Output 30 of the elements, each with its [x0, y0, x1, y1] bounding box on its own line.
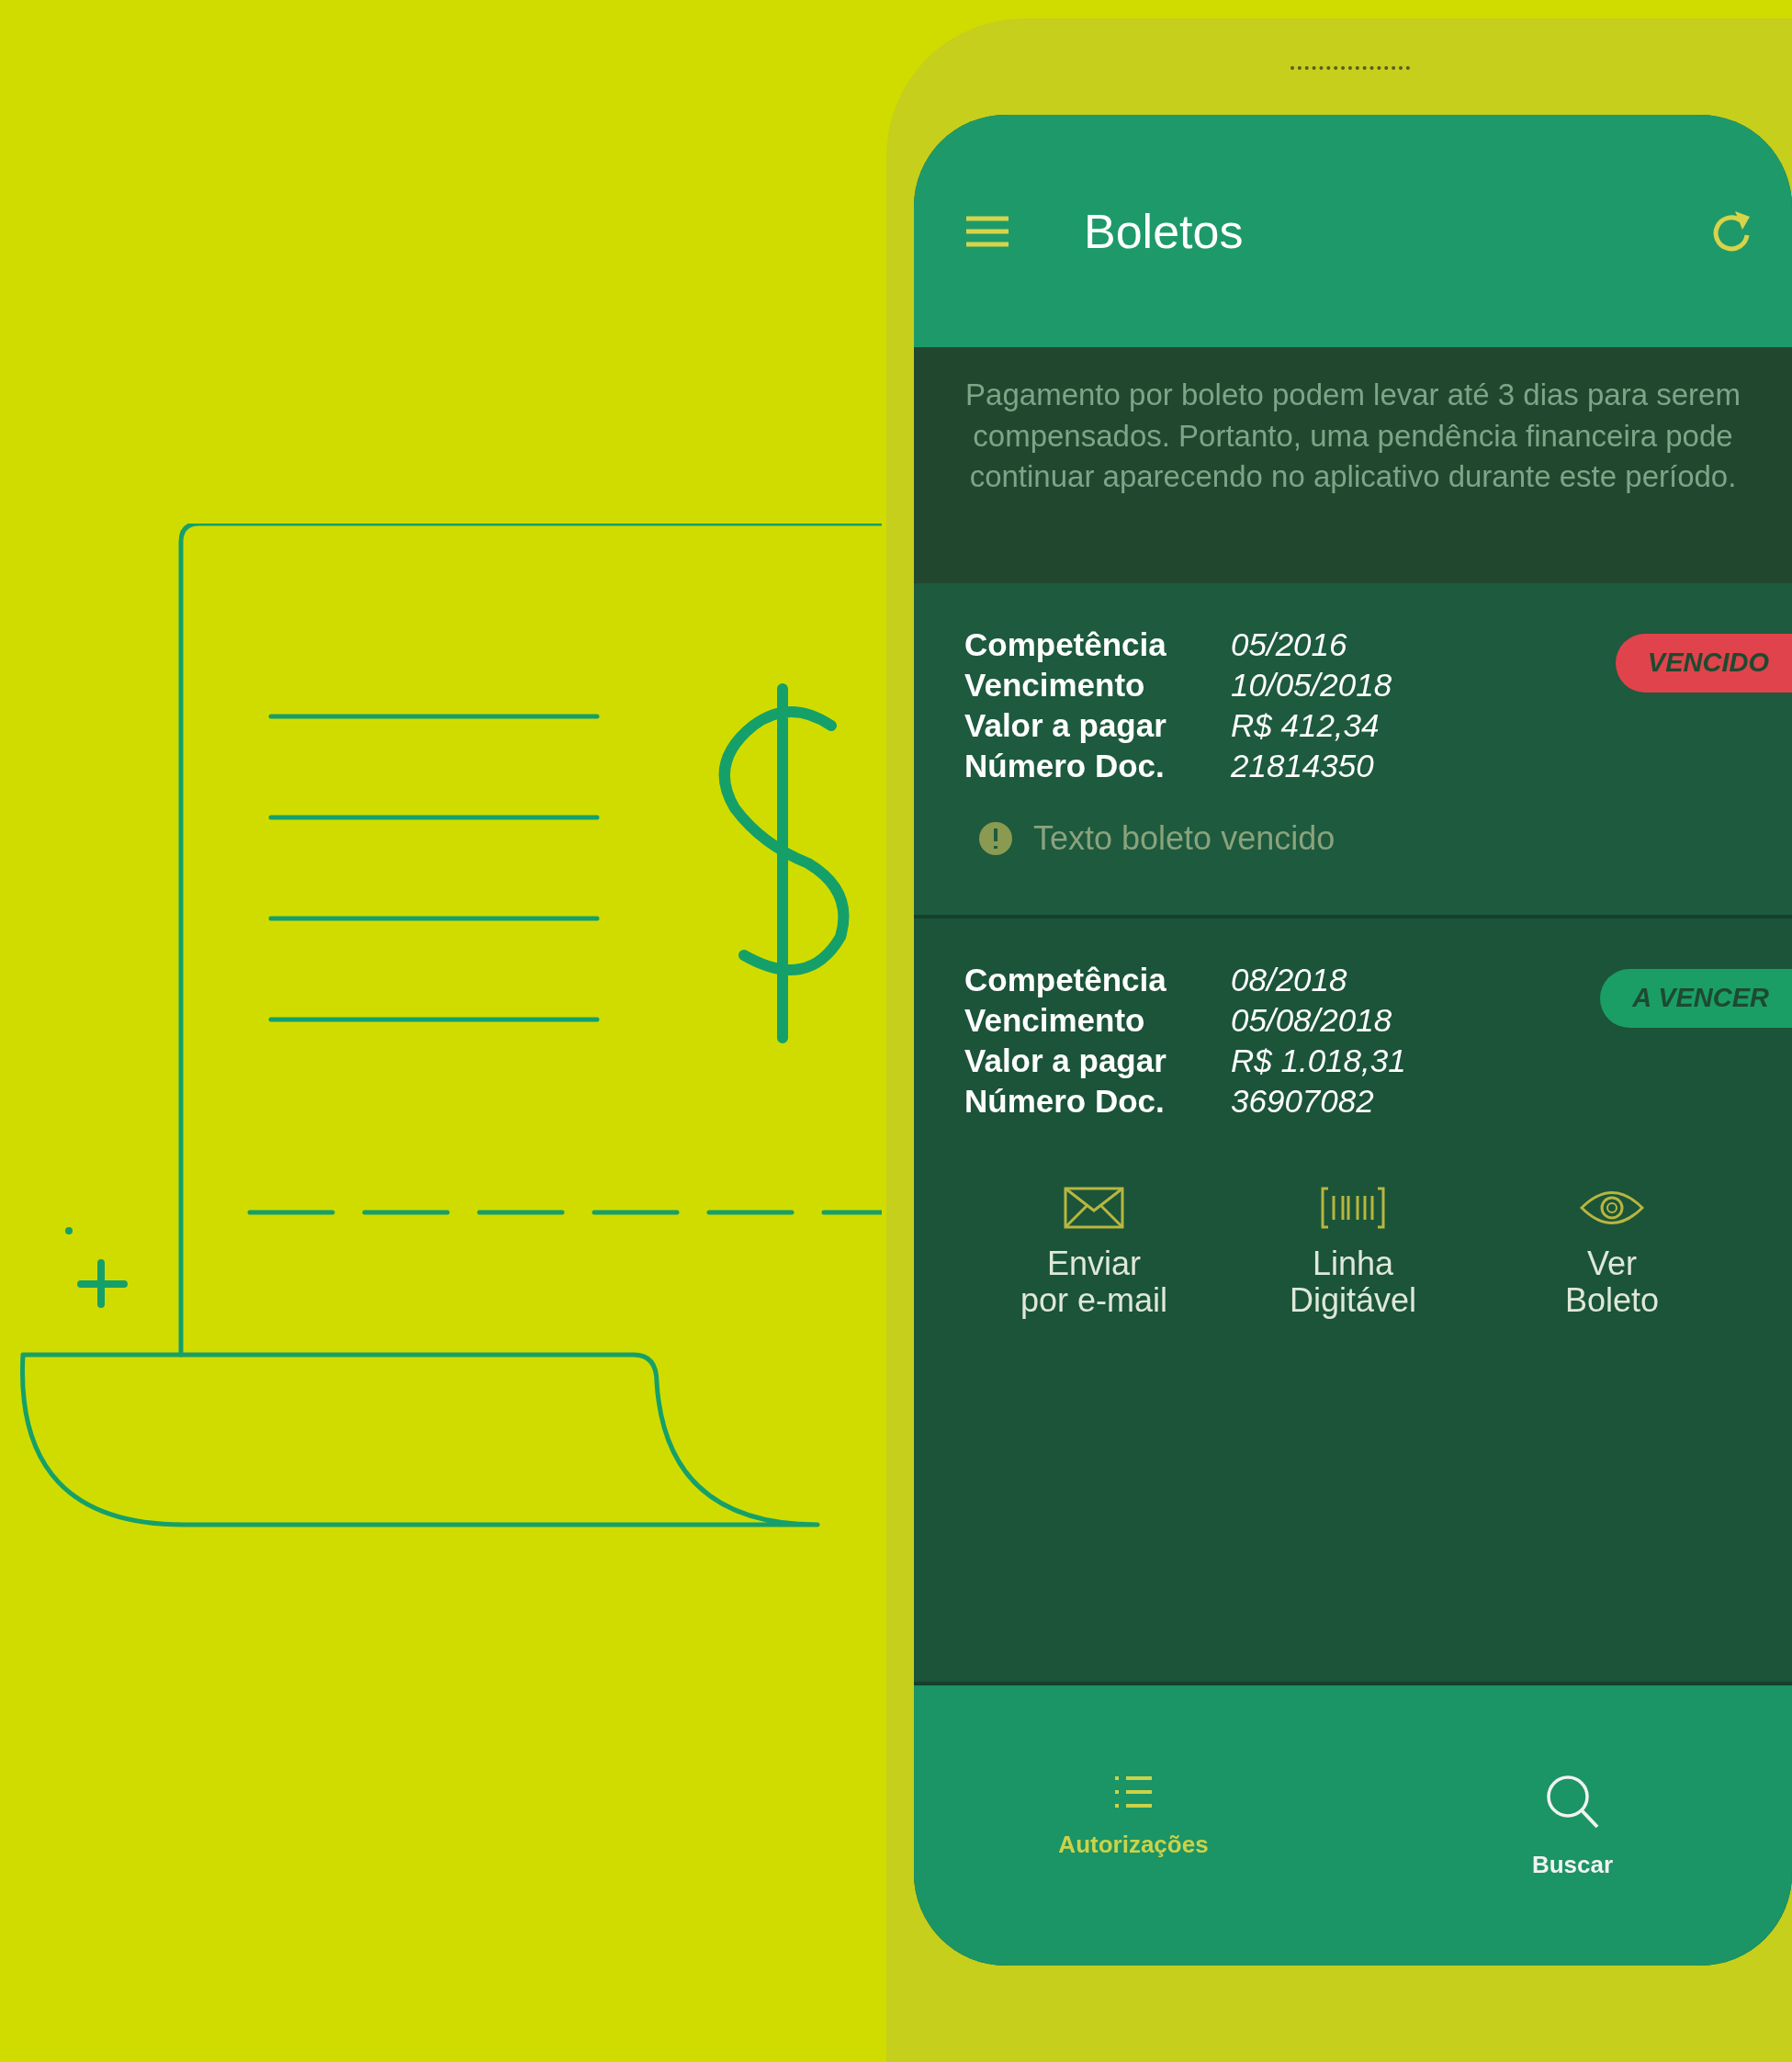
- menu-icon[interactable]: [964, 214, 1010, 248]
- field-label: Número Doc.: [964, 1082, 1166, 1121]
- search-icon: [1545, 1774, 1600, 1831]
- field-label: Competência: [964, 961, 1167, 999]
- field-value: R$ 412,34: [1231, 706, 1380, 745]
- field-value: 36907082: [1231, 1082, 1374, 1121]
- warning-icon: [978, 821, 1013, 856]
- status-tag: A VENCER: [1600, 969, 1792, 1028]
- field-label: Valor a pagar: [964, 706, 1167, 745]
- barcode-icon: [1321, 1187, 1385, 1229]
- field-label: Vencimento: [964, 666, 1146, 704]
- status-tag: VENCIDO: [1615, 634, 1792, 693]
- screen-title: Boletos: [1084, 203, 1244, 260]
- list-icon: [1113, 1774, 1154, 1810]
- action-button[interactable]: Enviar por e-mail: [964, 1186, 1223, 1321]
- field-value: R$ 1.018,31: [1231, 1042, 1406, 1080]
- action-button[interactable]: Ver Boleto: [1482, 1186, 1741, 1321]
- note-text: Texto boleto vencido: [1033, 818, 1336, 859]
- field-label: Vencimento: [964, 1001, 1146, 1040]
- field-label: Valor a pagar: [964, 1042, 1167, 1080]
- field-label: Número Doc.: [964, 747, 1166, 785]
- field-label: Competência: [964, 625, 1167, 664]
- field-value: 05/2016: [1231, 625, 1347, 664]
- envelope-icon: [1064, 1187, 1124, 1229]
- field-value: 08/2018: [1231, 961, 1347, 999]
- field-value: 21814350: [1231, 747, 1374, 785]
- field-value: 10/05/2018: [1231, 666, 1392, 704]
- field-value: 05/08/2018: [1231, 1001, 1392, 1040]
- action-button[interactable]: Linha Digitável: [1223, 1186, 1482, 1321]
- notice-text: Pagamento por boleto podem levar até 3 dias para serem compensados. Portanto, uma pendência financeira pode continuar aparecendo no aplicativo durante este período.: [914, 347, 1792, 583]
